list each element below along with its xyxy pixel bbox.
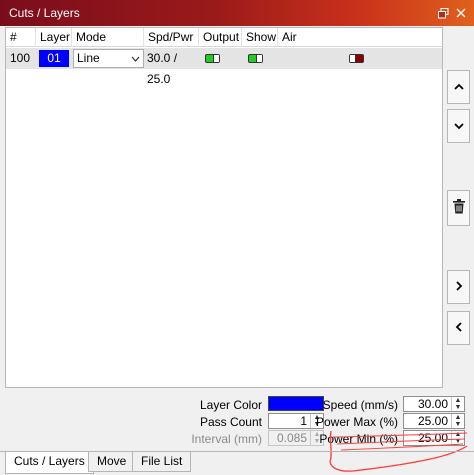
output-toggle[interactable] [205, 54, 220, 63]
header-air[interactable]: Air [278, 28, 442, 47]
row-number: 100 [10, 51, 31, 65]
power-min-field[interactable]: 25.00 ▲ ▼ [403, 430, 465, 446]
spd-pwr-value: 30.0 / 25.0 [147, 51, 178, 86]
next-button[interactable] [447, 270, 470, 304]
delete-layer-button[interactable] [447, 190, 470, 226]
interval-value: 0.085 [276, 431, 307, 445]
float-window-icon[interactable] [435, 5, 451, 21]
pass-count-label: Pass Count [199, 415, 262, 429]
power-min-label: Power Min (%) [319, 432, 398, 446]
chevron-down-icon [131, 50, 140, 75]
tab-cuts-layers[interactable]: Cuts / Layers [5, 452, 94, 474]
power-max-label: Power Max (%) [315, 415, 398, 429]
layers-table: # Layer Mode Spd/Pwr Output Show Air 100… [5, 27, 443, 388]
show-toggle[interactable] [248, 54, 263, 63]
layer-color-label: Layer Color [199, 398, 262, 412]
header-number[interactable]: # [6, 28, 36, 47]
table-header: # Layer Mode Spd/Pwr Output Show Air [6, 28, 442, 47]
spinner-arrows-icon[interactable]: ▲ ▼ [451, 414, 464, 428]
tab-file-list[interactable]: File List [132, 452, 192, 472]
header-output[interactable]: Output [199, 28, 242, 47]
speed-value: 30.00 [417, 397, 448, 411]
mode-select[interactable]: Line [73, 49, 144, 68]
bottom-tab-bar: Cuts / Layers Move File List [0, 451, 474, 475]
header-mode[interactable]: Mode [72, 28, 144, 47]
air-toggle[interactable] [349, 54, 364, 63]
move-layer-down-button[interactable] [447, 109, 470, 143]
speed-label: Speed (mm/s) [322, 398, 398, 412]
spinner-arrows-icon[interactable]: ▲ ▼ [451, 397, 464, 411]
interval-label: Interval (mm) [191, 432, 262, 446]
window-title: Cuts / Layers [9, 6, 80, 20]
power-min-value: 25.00 [417, 431, 448, 445]
chevron-down-icon [453, 119, 464, 133]
title-bar: Cuts / Layers [0, 0, 474, 26]
layer-color-swatch[interactable]: 01 [39, 50, 69, 67]
chevron-left-icon [455, 321, 463, 335]
spinner-arrows-icon[interactable]: ▲ ▼ [451, 431, 464, 445]
toggle-knob [256, 55, 262, 62]
mode-value: Line [77, 51, 100, 65]
chevron-right-icon [455, 280, 463, 294]
header-spd-pwr[interactable]: Spd/Pwr [144, 28, 199, 47]
close-icon[interactable] [453, 5, 469, 21]
power-max-value: 25.00 [417, 414, 448, 428]
speed-field[interactable]: 30.00 ▲ ▼ [403, 396, 465, 412]
chevron-up-icon [453, 80, 464, 94]
move-layer-up-button[interactable] [447, 70, 470, 104]
header-show[interactable]: Show [242, 28, 278, 47]
pass-count-value: 1 [300, 414, 307, 428]
toggle-knob [350, 55, 356, 62]
tab-move[interactable]: Move [88, 452, 136, 472]
layer-color-box[interactable] [268, 396, 324, 411]
power-max-field[interactable]: 25.00 ▲ ▼ [403, 413, 465, 429]
toggle-knob [213, 55, 219, 62]
trash-icon [452, 199, 465, 217]
previous-button[interactable] [447, 311, 470, 345]
header-layer[interactable]: Layer [36, 28, 72, 47]
table-row[interactable]: 100 01 Line 30.0 / 25.0 [6, 48, 442, 86]
